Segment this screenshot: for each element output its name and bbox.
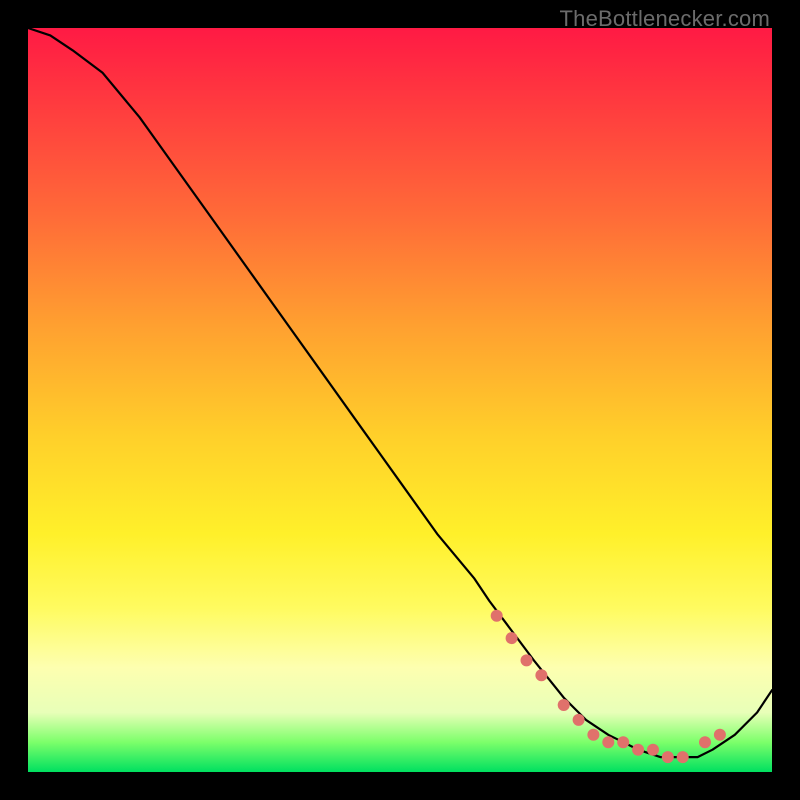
- bottleneck-curve: [28, 28, 772, 757]
- highlight-dot: [699, 736, 711, 748]
- highlight-dot: [558, 699, 570, 711]
- highlight-dot: [602, 736, 614, 748]
- chart-frame: TheBottlenecker.com: [0, 0, 800, 800]
- gradient-plot-area: [28, 28, 772, 772]
- highlight-dot: [677, 751, 689, 763]
- highlight-dot: [521, 654, 533, 666]
- highlight-dot: [491, 610, 503, 622]
- highlight-dot: [535, 669, 547, 681]
- highlight-dot: [573, 714, 585, 726]
- highlight-dot: [587, 729, 599, 741]
- chart-svg: [28, 28, 772, 772]
- highlight-dot: [617, 736, 629, 748]
- highlight-dot: [647, 744, 659, 756]
- watermark-text: TheBottlenecker.com: [560, 6, 770, 32]
- highlight-dot: [506, 632, 518, 644]
- highlight-dots: [491, 610, 726, 763]
- highlight-dot: [714, 729, 726, 741]
- highlight-dot: [662, 751, 674, 763]
- highlight-dot: [632, 744, 644, 756]
